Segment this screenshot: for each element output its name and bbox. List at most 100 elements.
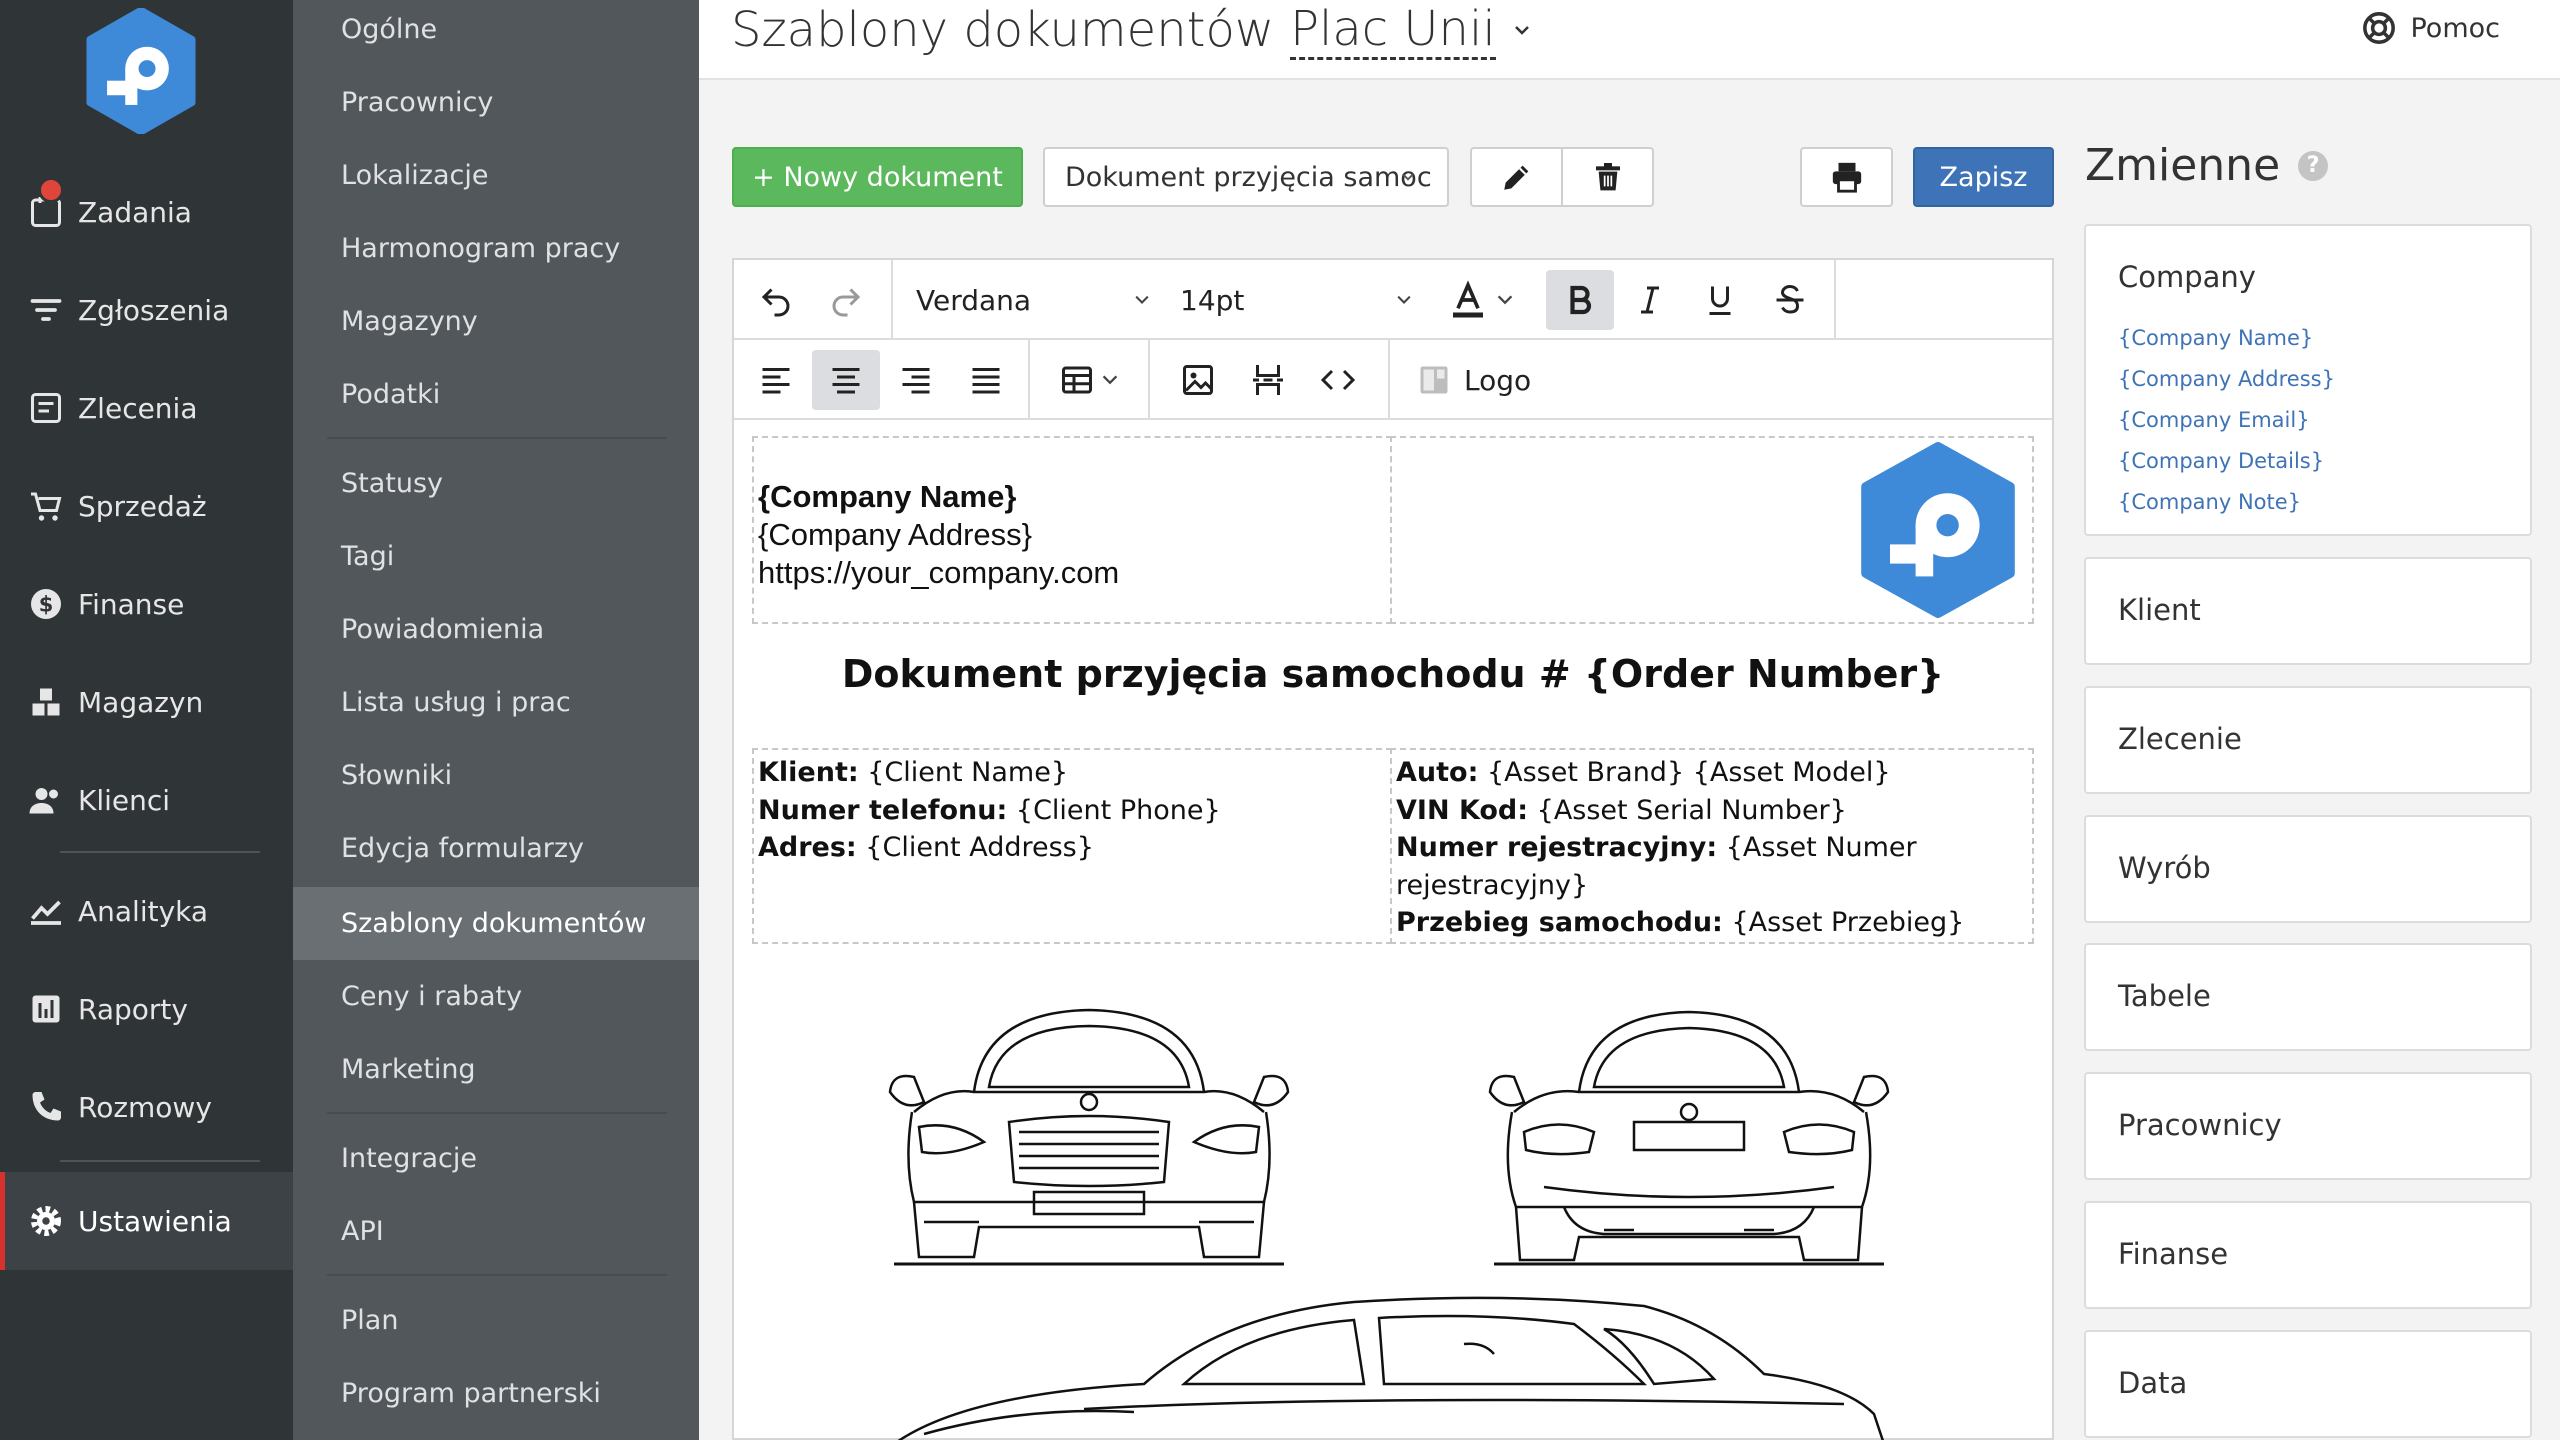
submenu-item-powiadomienia[interactable]: Powiadomienia	[293, 593, 699, 666]
bold-button[interactable]	[1546, 270, 1614, 330]
company-block[interactable]: {Company Name} {Company Address} https:/…	[752, 436, 1392, 624]
chevron-down-icon	[1135, 295, 1149, 304]
save-button[interactable]: Zapisz	[1913, 147, 2054, 207]
report-icon	[32, 995, 60, 1023]
chevron-down-icon	[1402, 173, 1414, 181]
variable-group-zlecenie[interactable]: Zlecenie	[2084, 686, 2532, 794]
variable-group-klient[interactable]: Klient	[2084, 557, 2532, 665]
align-right-button[interactable]	[882, 350, 950, 410]
undo-button[interactable]	[742, 270, 810, 330]
client-info-block[interactable]: Klient: {Client Name} Numer telefonu: {C…	[752, 748, 1392, 944]
variable-link[interactable]: {Company Note}	[2118, 482, 2335, 523]
nav-item-zadania[interactable]: Zadania	[0, 163, 293, 261]
nav-item-raporty[interactable]: Raporty	[0, 960, 293, 1058]
variable-link[interactable]: {Company Email}	[2118, 400, 2335, 441]
company-variable-list: {Company Name} {Company Address} {Compan…	[2118, 318, 2335, 523]
document-select-value: Dokument przyjęcia samoc	[1065, 161, 1432, 193]
italic-button[interactable]	[1616, 270, 1684, 330]
new-document-button[interactable]: + Nowy dokument	[732, 147, 1023, 207]
nav-item-zgloszenia[interactable]: Zgłoszenia	[0, 261, 293, 359]
variable-group-title: Klient	[2118, 593, 2201, 627]
variable-link[interactable]: {Company Name}	[2118, 318, 2335, 359]
submenu-item-marketing[interactable]: Marketing	[293, 1033, 699, 1106]
underline-icon	[1709, 286, 1731, 315]
submenu-item-program-partnerski[interactable]: Program partnerski	[293, 1357, 699, 1430]
company-logo-cell[interactable]	[1390, 436, 2034, 624]
document-canvas[interactable]: {Company Name} {Company Address} https:/…	[734, 422, 2052, 1440]
delete-document-button[interactable]	[1561, 147, 1654, 207]
nav-item-analityka[interactable]: Analityka	[0, 862, 293, 960]
variable-group-data[interactable]: Data	[2084, 1330, 2532, 1438]
chevron-down-icon[interactable]	[1510, 18, 1534, 42]
submenu-label: Harmonogram pracy	[341, 233, 621, 264]
submenu-item-ceny-rabaty[interactable]: Ceny i rabaty	[293, 960, 699, 1033]
notification-badge	[38, 177, 64, 203]
submenu-item-szablony-dokumentow[interactable]: Szablony dokumentów	[293, 887, 699, 960]
nav-separator	[60, 851, 260, 853]
logo-block-button[interactable]: Logo	[1464, 350, 1531, 410]
help-link[interactable]: Pomoc	[2362, 10, 2500, 46]
edit-document-button[interactable]	[1470, 147, 1563, 207]
car-rear-drawing	[1488, 1010, 1890, 1266]
submenu-item-lista-uslug[interactable]: Lista usług i prac	[293, 666, 699, 739]
submenu-item-statusy[interactable]: Statusy	[293, 447, 699, 520]
app-logo[interactable]	[80, 8, 202, 134]
align-center-button[interactable]	[812, 350, 880, 410]
insert-image-button[interactable]	[1164, 350, 1232, 410]
cart-icon	[31, 492, 62, 521]
font-family-select[interactable]: Verdana	[916, 270, 1152, 330]
nav-item-ustawienia[interactable]: Ustawienia	[0, 1172, 293, 1270]
variable-group-wyrob[interactable]: Wyrób	[2084, 815, 2532, 923]
submenu-item-pracownicy[interactable]: Pracownicy	[293, 66, 699, 139]
nav-item-rozmowy[interactable]: Rozmowy	[0, 1058, 293, 1156]
page-break-button[interactable]	[1234, 350, 1302, 410]
logo-block-icon-button[interactable]	[1400, 350, 1468, 410]
redo-button[interactable]	[812, 270, 880, 330]
variable-link[interactable]: {Company Address}	[2118, 359, 2335, 400]
submenu-item-lokalizacje[interactable]: Lokalizacje	[293, 139, 699, 212]
variable-group-tabele[interactable]: Tabele	[2084, 943, 2532, 1051]
align-left-button[interactable]	[742, 350, 810, 410]
submenu-item-api[interactable]: API	[293, 1195, 699, 1268]
field-value: {Client Name}	[858, 757, 1069, 788]
document-select[interactable]: Dokument przyjęcia samoc	[1043, 147, 1449, 207]
variable-group-pracownicy[interactable]: Pracownicy	[2084, 1072, 2532, 1180]
underline-button[interactable]	[1686, 270, 1754, 330]
print-button[interactable]	[1800, 147, 1893, 207]
source-code-button[interactable]	[1304, 350, 1372, 410]
submenu-item-harmonogram[interactable]: Harmonogram pracy	[293, 212, 699, 285]
nav-item-magazyn[interactable]: Magazyn	[0, 653, 293, 751]
variable-link[interactable]: {Company Details}	[2118, 441, 2335, 482]
variable-group-title: Tabele	[2118, 979, 2211, 1013]
client-row: Numer telefonu: {Client Phone}	[758, 792, 1386, 830]
submenu-item-magazyny[interactable]: Magazyny	[293, 285, 699, 358]
table-button[interactable]	[1044, 350, 1136, 410]
font-size-select[interactable]: 14pt	[1180, 270, 1414, 330]
nav-item-sprzedaz[interactable]: Sprzedaż	[0, 457, 293, 555]
nav-item-finanse[interactable]: $ Finanse	[0, 555, 293, 653]
submenu-item-ogolne[interactable]: Ogólne	[293, 0, 699, 66]
help-icon[interactable]: ?	[2298, 150, 2329, 181]
text-color-button[interactable]	[1434, 270, 1530, 330]
submenu-item-edycja-formularzy[interactable]: Edycja formularzy	[293, 812, 699, 885]
font-family-value: Verdana	[916, 283, 1032, 317]
location-selector[interactable]: Plac Unii	[1290, 1, 1496, 60]
field-label: Numer rejestracyjny:	[1396, 832, 1718, 863]
strikethrough-button[interactable]	[1756, 270, 1824, 330]
chart-icon	[31, 900, 61, 925]
nav-item-zlecenia[interactable]: Zlecenia	[0, 359, 293, 457]
align-justify-button[interactable]	[952, 350, 1020, 410]
submenu-item-podatki[interactable]: Podatki	[293, 358, 699, 431]
variable-group-finanse[interactable]: Finanse	[2084, 1201, 2532, 1309]
align-center-icon	[832, 368, 860, 394]
submenu-item-integracje[interactable]: Integracje	[293, 1122, 699, 1195]
submenu-item-slowniki[interactable]: Słowniki	[293, 739, 699, 812]
submenu-item-plan[interactable]: Plan	[293, 1284, 699, 1357]
italic-icon	[1641, 286, 1659, 314]
submenu-label: Lokalizacje	[341, 160, 489, 191]
asset-info-block[interactable]: Auto: {Asset Brand} {Asset Model} VIN Ko…	[1390, 748, 2034, 944]
field-label: Przebieg samochodu:	[1396, 907, 1723, 938]
variables-title-text: Zmienne	[2085, 140, 2281, 191]
nav-item-klienci[interactable]: Klienci	[0, 751, 293, 849]
submenu-item-tagi[interactable]: Tagi	[293, 520, 699, 593]
